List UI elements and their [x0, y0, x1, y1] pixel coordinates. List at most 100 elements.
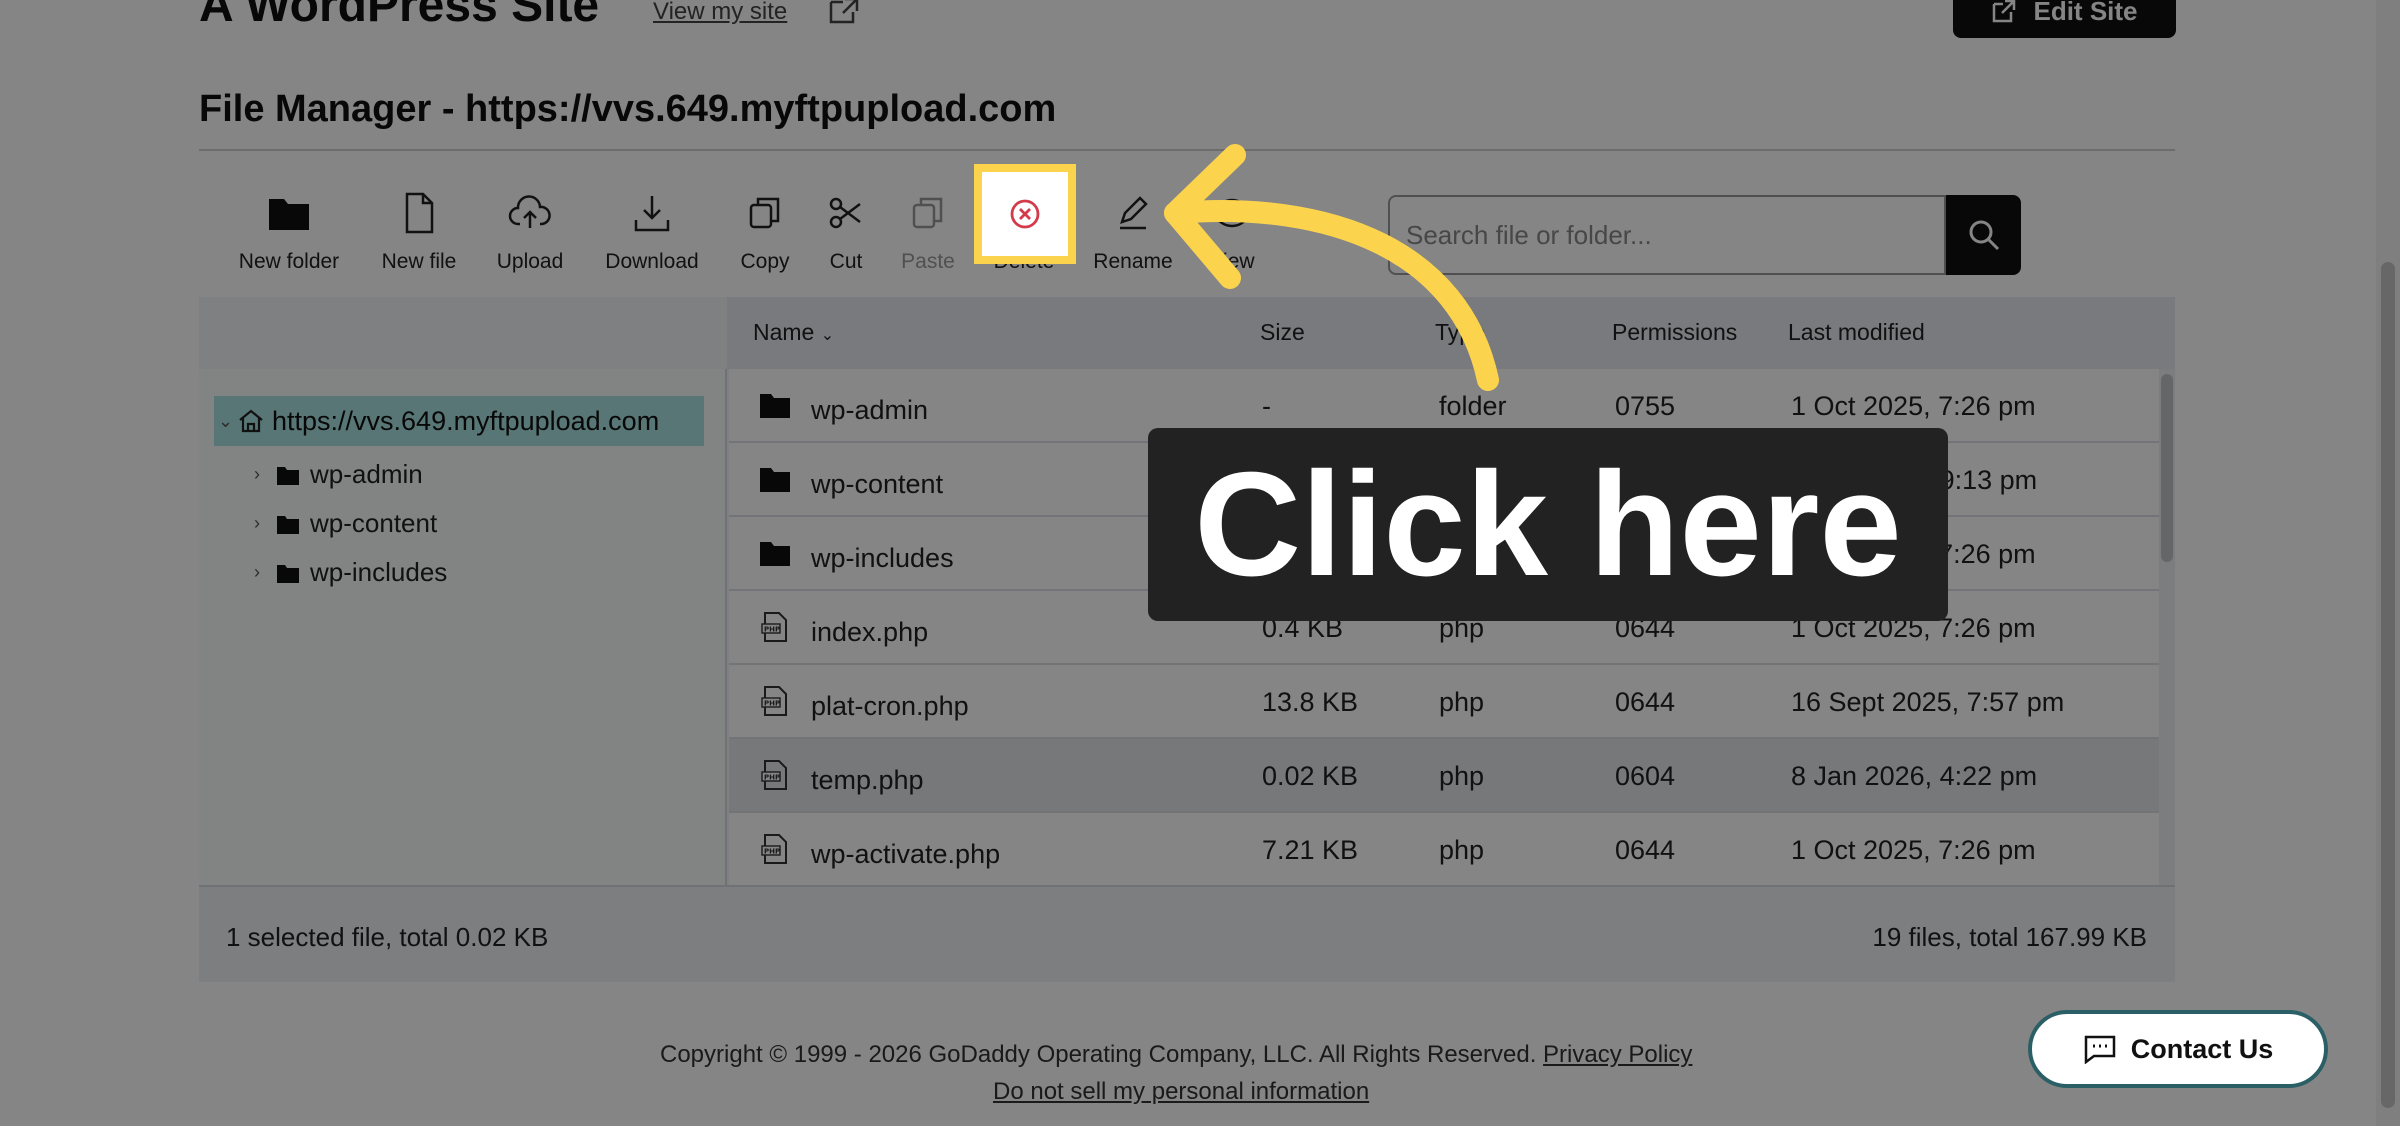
php-file-icon: PHP	[761, 612, 787, 642]
file-type: php	[1439, 761, 1485, 791]
file-last-modified: 1 Oct 2025, 7:26 pm	[1791, 835, 2036, 865]
new-folder-label: New folder	[238, 250, 340, 273]
new-folder-button[interactable]: New folder	[219, 190, 359, 274]
page: A WordPress Site View my site Edit Site …	[0, 0, 2400, 1126]
php-file-icon: PHP	[761, 834, 787, 864]
file-name: wp-activate.php	[811, 839, 1001, 869]
contact-us-button[interactable]: Contact Us	[2028, 1010, 2328, 1088]
svg-text:PHP: PHP	[764, 626, 780, 634]
file-type: php	[1439, 835, 1485, 865]
view-my-site-link[interactable]: View my site	[653, 0, 787, 26]
file-size: 7.21 KB	[1262, 835, 1359, 865]
selection-status: 1 selected file, total 0.02 KB	[226, 922, 549, 952]
file-permissions: 0755	[1615, 391, 1676, 421]
edit-site-button[interactable]: Edit Site	[1953, 0, 2176, 38]
upload-label: Upload	[496, 250, 564, 273]
column-permissions[interactable]: Permissions	[1612, 319, 1737, 346]
click-here-callout: Click here	[1148, 428, 1948, 621]
tree-item-wp-admin[interactable]: › wp-admin	[254, 459, 423, 490]
folder-icon	[760, 542, 790, 566]
file-manager-title: File Manager - https://vvs.649.myftpuplo…	[199, 88, 1057, 130]
file-list-scroll-thumb[interactable]	[2161, 374, 2173, 562]
search-icon	[1969, 220, 1999, 251]
rename-label: Rename	[1093, 250, 1173, 273]
do-not-sell-link[interactable]: Do not sell my personal information	[993, 1078, 1369, 1106]
total-status: 19 files, total 167.99 KB	[1872, 922, 2147, 952]
site-title: A WordPress Site	[199, 0, 600, 32]
page-scroll-thumb[interactable]	[2381, 262, 2395, 1108]
file-permissions: 0644	[1615, 835, 1676, 865]
privacy-policy-link[interactable]: Privacy Policy	[1543, 1041, 1692, 1068]
column-last-modified[interactable]: Last modified	[1788, 319, 1925, 346]
view-label: View	[1209, 250, 1255, 273]
copyright-label: Copyright © 1999 - 2026 GoDaddy Operatin…	[660, 1041, 1537, 1068]
tree-item-label: wp-includes	[310, 557, 448, 587]
table-row[interactable]: PHP wp-activate.php 7.21 KB php 0644 1 Oct 20…	[729, 813, 2159, 885]
download-label: Download	[605, 250, 699, 273]
search-button[interactable]	[1946, 195, 2021, 275]
tree-item-label: wp-admin	[310, 459, 423, 489]
file-last-modified: 8 Jan 2026, 4:22 pm	[1791, 761, 2038, 791]
search-input[interactable]	[1388, 195, 1946, 275]
file-name: wp-includes	[811, 543, 954, 573]
folder-icon	[269, 199, 309, 230]
file-last-modified: 1 Oct 2025, 7:26 pm	[1791, 391, 2036, 421]
upload-button[interactable]: Upload	[460, 190, 600, 274]
chevron-down-icon[interactable]: ⌄	[218, 411, 233, 432]
file-name: wp-content	[811, 469, 944, 499]
chat-icon	[2084, 1035, 2115, 1064]
file-size: -	[1262, 391, 1271, 421]
tree-root-label: https://vvs.649.myftpupload.com	[272, 405, 660, 436]
folder-icon	[760, 468, 790, 492]
pencil-icon	[1120, 196, 1148, 230]
svg-text:PHP: PHP	[764, 774, 780, 782]
edit-site-label: Edit Site	[2033, 0, 2138, 26]
delete-icon	[1010, 199, 1040, 229]
file-icon	[405, 192, 434, 234]
svg-text:PHP: PHP	[764, 848, 780, 856]
file-type: php	[1439, 687, 1485, 717]
folder-icon	[760, 394, 790, 418]
view-button[interactable]: View	[1162, 190, 1302, 274]
file-last-modified: 16 Sept 2025, 7:57 pm	[1791, 687, 2065, 717]
file-type: folder	[1439, 391, 1507, 421]
table-row[interactable]: PHP plat-cron.php 13.8 KB php 0644 16 Sept 20…	[729, 665, 2159, 739]
file-size: 13.8 KB	[1262, 687, 1359, 717]
php-file-icon: PHP	[761, 760, 787, 790]
contact-us-label: Contact Us	[2130, 1033, 2274, 1064]
folder-tree	[199, 369, 727, 885]
file-name: plat-cron.php	[811, 691, 969, 721]
new-file-label: New file	[381, 250, 457, 273]
folder-icon	[277, 515, 299, 534]
folder-icon	[277, 466, 299, 485]
tree-root[interactable]: ⌄ https://vvs.649.myftpupload.com	[214, 396, 704, 446]
file-permissions: 0604	[1615, 761, 1676, 791]
chevron-right-icon[interactable]: ›	[254, 562, 266, 583]
paste-label: Paste	[901, 250, 955, 273]
chevron-right-icon[interactable]: ›	[254, 464, 266, 485]
file-size: 0.02 KB	[1262, 761, 1359, 791]
tree-item-wp-content[interactable]: › wp-content	[254, 508, 437, 539]
column-name[interactable]: Name ⌄	[753, 319, 834, 346]
copyright-text: Copyright © 1999 - 2026 GoDaddy Operatin…	[660, 1041, 1692, 1069]
folder-icon	[277, 564, 299, 583]
chevron-down-icon: ⌄	[820, 327, 835, 344]
column-name-label: Name	[753, 319, 815, 345]
home-icon	[239, 409, 263, 433]
file-name: index.php	[811, 617, 929, 647]
cloud-upload-icon	[508, 195, 551, 228]
divider	[199, 149, 2175, 151]
external-link-icon[interactable]	[828, 0, 862, 24]
tree-item-wp-includes[interactable]: › wp-includes	[254, 557, 447, 588]
chevron-right-icon[interactable]: ›	[254, 513, 266, 534]
table-row[interactable]: PHP temp.php 0.02 KB php 0604 8 Jan 2026, 4:2…	[729, 739, 2159, 813]
file-name: wp-admin	[811, 395, 929, 425]
delete-highlight[interactable]	[974, 164, 1076, 264]
eye-icon	[1211, 198, 1253, 228]
column-size[interactable]: Size	[1260, 319, 1305, 346]
column-type[interactable]: Type	[1435, 319, 1485, 346]
download-icon	[634, 196, 670, 232]
file-permissions: 0644	[1615, 687, 1676, 717]
svg-text:PHP: PHP	[764, 700, 780, 708]
paste-icon	[912, 197, 943, 229]
